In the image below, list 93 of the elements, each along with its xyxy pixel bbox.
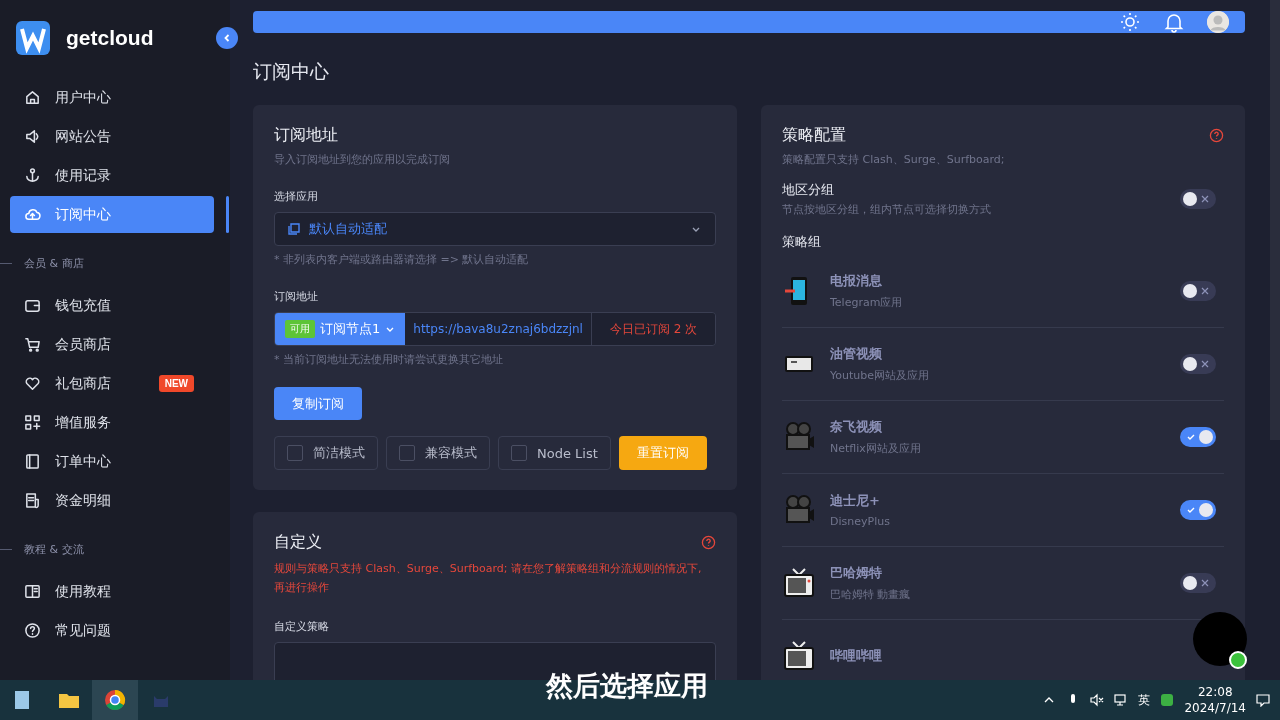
sidebar-item[interactable]: 增值服务	[10, 404, 214, 441]
sidebar-item[interactable]: 网站公告	[10, 118, 214, 155]
card-subtitle: 策略配置只支持 Clash、Surge、Surfboard;	[782, 152, 1006, 167]
help-icon[interactable]	[1209, 128, 1224, 143]
toggle-switch[interactable]	[1180, 573, 1216, 593]
field-label: 自定义策略	[274, 619, 330, 634]
check-icon	[1187, 433, 1195, 441]
video-subtitle: 然后选择应用	[546, 669, 708, 703]
browser-icon[interactable]	[103, 688, 127, 712]
close-icon	[1201, 360, 1209, 368]
field-hint: * 当前订阅地址无法使用时请尝试更换其它地址	[274, 352, 504, 367]
group-description: Netflix网站及应用	[830, 441, 921, 456]
sidebar-item[interactable]: 使用记录	[10, 157, 214, 194]
section-heading: 教程 & 交流	[24, 541, 84, 557]
help-icon[interactable]	[701, 535, 716, 550]
sidebar-item[interactable]: 礼包商店 NEW	[10, 365, 214, 402]
checkbox[interactable]	[511, 445, 527, 461]
card-title: 策略配置	[782, 125, 846, 146]
app-select[interactable]: 默认自动适配	[274, 212, 716, 246]
card-title: 订阅地址	[274, 125, 338, 146]
logo-icon	[16, 21, 50, 55]
cart-icon	[24, 336, 41, 353]
group-name: 巴哈姆特	[830, 564, 883, 582]
option-checkbox[interactable]: 简洁模式	[274, 436, 378, 470]
card-subtitle: 导入订阅地址到您的应用以完成订阅	[274, 152, 451, 167]
logo-text: getcloud	[66, 26, 154, 50]
group-description: DisneyPlus	[830, 515, 890, 528]
warning-text: 规则与策略只支持 Clash、Surge、Surfboard; 请在您了解策略组和分流规则的情况下, 再进行操作	[274, 561, 703, 596]
card-title: 自定义	[274, 532, 322, 553]
sidebar-item[interactable]: 资金明细	[10, 482, 214, 519]
clock[interactable]: 22:08 2024/7/14	[1184, 684, 1246, 716]
group-name: 迪士尼+	[830, 492, 881, 510]
checkbox[interactable]	[399, 445, 415, 461]
collapse-button[interactable]	[216, 27, 238, 49]
network-icon[interactable]	[1114, 693, 1129, 707]
sidebar-item[interactable]: 用户中心	[10, 79, 214, 116]
anchor-icon	[24, 167, 41, 184]
chevron-left-icon	[222, 33, 232, 43]
page-title: 订阅中心	[253, 59, 330, 84]
notebook-icon	[24, 453, 41, 470]
tv-icon	[782, 639, 816, 673]
field-hint: * 非列表内客户端或路由器请选择 => 默认自动适配	[274, 252, 530, 267]
online-dot	[1229, 651, 1247, 669]
toggle-switch[interactable]	[1180, 500, 1216, 520]
close-icon	[1201, 579, 1209, 587]
avatar-icon[interactable]	[1207, 11, 1229, 33]
tv-icon	[782, 566, 816, 600]
active-indicator	[226, 196, 229, 233]
speaker-icon	[24, 128, 41, 145]
app-tray-icon[interactable]	[1160, 693, 1175, 707]
notification-icon[interactable]	[1256, 693, 1270, 707]
close-icon	[1201, 287, 1209, 295]
toggle-switch[interactable]	[1180, 427, 1216, 447]
group-name: 油管视频	[830, 345, 883, 363]
new-badge: NEW	[158, 375, 194, 392]
group-description: Telegram应用	[830, 295, 903, 310]
sun-icon[interactable]	[1119, 11, 1141, 33]
group-name: 电报消息	[830, 272, 883, 290]
cloud-upload-icon	[24, 206, 41, 223]
app-icon	[287, 222, 301, 236]
toggle-switch[interactable]	[1180, 189, 1216, 209]
speaker-muted-icon[interactable]	[1090, 693, 1105, 707]
field-label: 订阅地址	[274, 289, 319, 304]
home-icon	[24, 89, 41, 106]
input-method-indicator[interactable]: 英	[1138, 691, 1151, 709]
group-name: 哔哩哔哩	[830, 647, 882, 665]
help-icon	[24, 622, 41, 639]
toggle-switch[interactable]	[1180, 281, 1216, 301]
field-label: 选择应用	[274, 189, 319, 204]
group-description: 巴哈姆特 動畫瘋	[830, 587, 911, 602]
option-checkbox[interactable]: 兼容模式	[386, 436, 490, 470]
receipt-icon	[24, 492, 41, 509]
book-icon	[24, 583, 41, 600]
grid-icon	[24, 414, 41, 431]
bell-icon[interactable]	[1163, 11, 1185, 33]
option-checkbox[interactable]: Node List	[498, 436, 611, 470]
group-description: Youtube网站及应用	[830, 368, 929, 383]
checkbox[interactable]	[287, 445, 303, 461]
sidebar-item[interactable]: 使用教程	[10, 573, 214, 610]
sidebar-item[interactable]: 钱包充值	[10, 287, 214, 324]
toggle-switch[interactable]	[1180, 354, 1216, 374]
setting-title: 地区分组	[782, 181, 835, 199]
close-icon	[1201, 195, 1209, 203]
heart-icon	[24, 375, 41, 392]
wallet-icon	[24, 297, 41, 314]
sidebar-item[interactable]: 会员商店	[10, 326, 214, 363]
sidebar-item[interactable]: 常见问题	[10, 612, 214, 649]
section-heading: 会员 & 商店	[24, 255, 84, 271]
sidebar-item[interactable]: 订单中心	[10, 443, 214, 480]
setting-description: 节点按地区分组，组内节点可选择切换方式	[782, 202, 991, 217]
section-heading: 策略组	[782, 233, 822, 251]
check-icon	[1187, 506, 1195, 514]
group-name: 奈飞视频	[830, 418, 883, 436]
